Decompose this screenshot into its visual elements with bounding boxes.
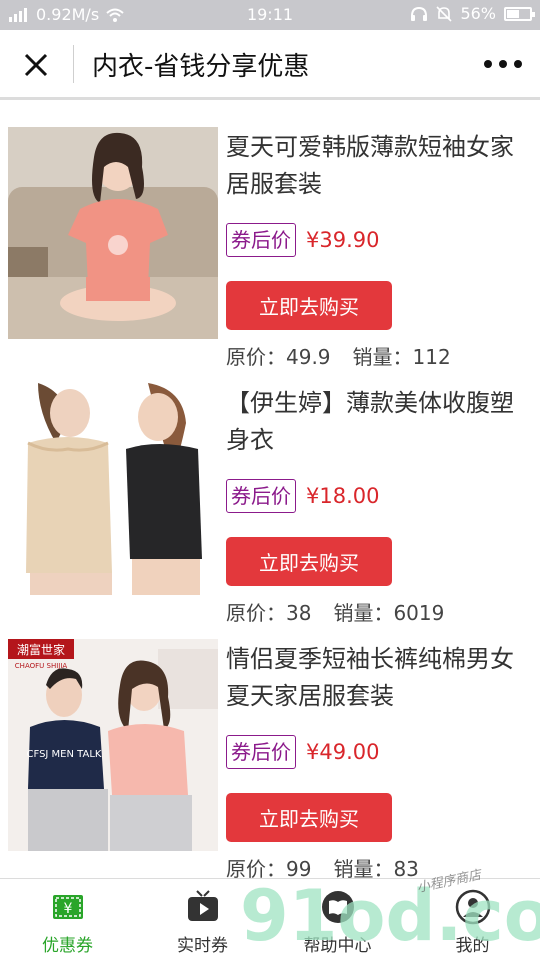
mute-bell-icon	[436, 5, 453, 22]
headset-icon	[411, 6, 428, 21]
product-title[interactable]: 夏天可爱韩版薄款短袖女家居服套装	[226, 129, 526, 203]
status-right: 56%	[410, 4, 535, 23]
coupon-price: ¥39.90	[306, 228, 380, 252]
tab-label: 我的	[455, 936, 490, 956]
product-title[interactable]: 【伊生婷】薄款美体收腹塑身衣	[226, 385, 526, 459]
product-photo-pajama	[8, 127, 218, 339]
nav-divider	[73, 45, 74, 83]
shirt-print-text: CFSJ MEN TALK	[27, 749, 102, 760]
brand-logo-text: 潮富世家	[17, 642, 65, 657]
buy-now-button[interactable]: 立即去购买	[226, 793, 392, 842]
coupon-price: ¥49.00	[306, 740, 380, 764]
coupon-badge: 券后价	[226, 223, 296, 257]
coupon-row: 券后价 ¥39.90	[226, 223, 379, 257]
play-tv-icon	[187, 890, 218, 921]
more-dot	[499, 60, 507, 68]
product-image[interactable]	[8, 383, 218, 595]
coupon-badge: 券后价	[226, 479, 296, 513]
help-book-icon	[321, 891, 354, 923]
tab-live-coupons[interactable]: 实时券	[135, 879, 270, 960]
product-item[interactable]: 夏天可爱韩版薄款短袖女家居服套装 券后价 ¥39.90 立即去购买 原价：49.…	[0, 103, 540, 369]
product-item[interactable]: 【伊生婷】薄款美体收腹塑身衣 券后价 ¥18.00 立即去购买 原价：38 销量：…	[0, 359, 540, 625]
product-item[interactable]: 潮富世家 CHAOFU SHIJIA CFSJ MEN TALK 情侣夏季短袖长…	[0, 615, 540, 881]
battery-icon	[504, 6, 535, 21]
user-icon	[455, 889, 490, 925]
coupon-row: 券后价 ¥49.00	[226, 735, 379, 769]
coupon-row: 券后价 ¥18.00	[226, 479, 379, 513]
buy-now-button[interactable]: 立即去购买	[226, 281, 392, 330]
close-icon[interactable]	[18, 47, 54, 83]
tab-coupons[interactable]: ¥ 优惠券	[0, 879, 135, 960]
tab-label: 优惠券	[42, 936, 93, 956]
page-title: 内衣-省钱分享优惠	[92, 52, 310, 82]
coupon-price: ¥18.00	[306, 484, 380, 508]
status-bar: 0.92M/s 19:11 56%	[0, 0, 540, 30]
product-image[interactable]	[8, 127, 218, 339]
battery-percent: 56%	[460, 4, 496, 23]
tab-help-center[interactable]: 帮助中心	[270, 879, 405, 960]
more-dot	[484, 60, 492, 68]
tab-label: 实时券	[177, 936, 228, 956]
coupon-icon: ¥	[52, 895, 83, 919]
more-dot	[514, 60, 522, 68]
more-menu-icon[interactable]	[484, 52, 522, 76]
bottom-tab-bar: ¥ 优惠券 实时券 帮助中心 我的	[0, 878, 540, 960]
battery-fill	[507, 9, 520, 18]
product-title[interactable]: 情侣夏季短袖长裤纯棉男女夏天家居服套装	[226, 641, 526, 715]
nav-header: 内衣-省钱分享优惠	[0, 30, 540, 100]
product-photo-couple: 潮富世家 CHAOFU SHIJIA CFSJ MEN TALK	[8, 639, 218, 851]
product-photo-shapewear	[8, 383, 218, 595]
tab-profile[interactable]: 我的	[405, 879, 540, 960]
tab-label: 帮助中心	[303, 936, 372, 956]
product-image[interactable]: 潮富世家 CHAOFU SHIJIA CFSJ MEN TALK	[8, 639, 218, 851]
svg-text:¥: ¥	[63, 901, 72, 917]
buy-now-button[interactable]: 立即去购买	[226, 537, 392, 586]
coupon-badge: 券后价	[226, 735, 296, 769]
